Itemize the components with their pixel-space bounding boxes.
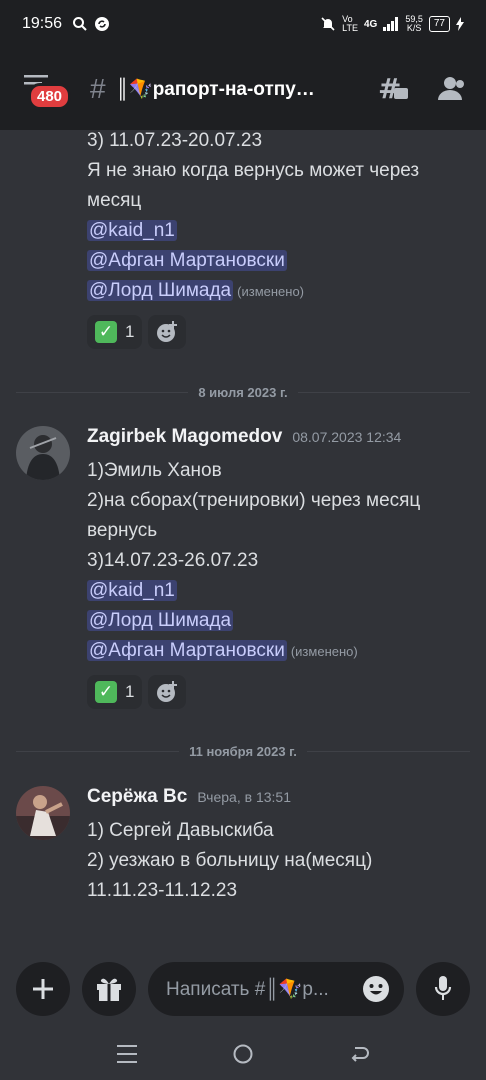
add-attachment-button[interactable] (16, 962, 70, 1016)
speed-unit: K/S (406, 23, 422, 33)
message-line: 1)Эмиль Ханов (87, 460, 222, 481)
gift-button[interactable] (82, 962, 136, 1016)
message-line: вернусь (87, 520, 158, 541)
hash-icon: # (90, 73, 106, 104)
charging-icon (456, 17, 464, 31)
message-line: 2)на сборах(тренировки) через месяц (87, 490, 421, 511)
edited-label: (изменено) (237, 284, 305, 299)
message-timestamp: Вчера, в 13:51 (197, 789, 291, 805)
message-body: Серёжа Вс Вчера, в 13:51 1) Сергей Давыс… (87, 786, 372, 906)
user-mention[interactable]: @Лорд Шимада (87, 610, 234, 631)
channel-header: 480 # ║🪁рапорт-на-отпу… # (0, 48, 486, 130)
message-line: 2) уезжаю в больницу на(месяц) (87, 850, 373, 871)
message-input[interactable]: Написать #║🪁р... (148, 962, 404, 1016)
threads-icon[interactable]: # (378, 74, 410, 104)
date-divider: 11 ноября 2023 г. (16, 741, 471, 761)
author-name[interactable]: Zagirbek Magomedov (87, 426, 282, 448)
message-header: Серёжа Вс Вчера, в 13:51 (87, 786, 372, 816)
user-mention[interactable]: @Лорд Шимада (87, 280, 234, 301)
reactions: ✓ 1 (87, 315, 419, 349)
system-nav-bar (0, 1028, 486, 1080)
volte-indicator: Vo LTE (342, 15, 358, 33)
message-line: Я не знаю когда вернусь может через (87, 160, 420, 181)
check-emoji-icon: ✓ (95, 681, 117, 703)
message-line: 11.11.23-11.12.23 (87, 880, 238, 901)
add-reaction-icon (157, 681, 178, 702)
check-emoji-icon: ✓ (95, 321, 117, 343)
reaction-count: 1 (125, 322, 135, 341)
search-icon (73, 17, 87, 31)
open-sidebar-button[interactable]: 480 (18, 69, 72, 110)
add-reaction-button[interactable] (148, 675, 187, 709)
user-mention[interactable]: @kaid_n1 (87, 220, 177, 241)
speed-indicator: 59,5 K/S (405, 15, 423, 33)
reaction-count: 1 (125, 682, 135, 701)
message-body: Zagirbek Magomedov 08.07.2023 12:34 1)Эм… (87, 426, 420, 709)
gift-icon (97, 978, 121, 1001)
network-gen: 4G (364, 18, 378, 30)
plus-icon (33, 979, 53, 999)
message-line: 3) 11.07.23-20.07.23 (87, 130, 263, 151)
avatar[interactable] (16, 426, 70, 480)
status-time: 19:56 (22, 15, 63, 32)
mic-icon (434, 976, 452, 1000)
nav-back-icon[interactable] (349, 1044, 369, 1064)
status-bar: 19:56 Vo LTE 4G 59,5 K/S 77 (0, 0, 486, 48)
message-line: месяц (87, 190, 142, 211)
status-notification-icons (72, 16, 110, 32)
message-line: 1) Сергей Давыскиба (87, 820, 274, 841)
message-timestamp: 08.07.2023 12:34 (292, 429, 402, 445)
user-mention[interactable]: @Афган Мартановски (87, 640, 287, 661)
mute-icon (321, 17, 335, 31)
message-body: 3) 11.07.23-20.07.23 Я не знаю когда вер… (87, 130, 419, 349)
add-reaction-button[interactable] (148, 315, 187, 349)
reaction-chip[interactable]: ✓ 1 (87, 675, 143, 709)
date-divider-label: 8 июля 2023 г. (198, 384, 288, 400)
message-list[interactable]: 3) 11.07.23-20.07.23 Я не знаю когда вер… (0, 130, 486, 950)
user-mention[interactable]: @kaid_n1 (87, 580, 177, 601)
members-icon[interactable] (438, 76, 468, 102)
header-actions: # (378, 74, 468, 104)
sync-icon (95, 17, 110, 31)
channel-title[interactable]: ║🪁рапорт-на-отпу… (116, 77, 366, 101)
nav-menu-icon[interactable] (117, 1045, 138, 1063)
nav-home-icon[interactable] (232, 1043, 254, 1065)
voice-message-button[interactable] (416, 962, 470, 1016)
date-divider-label: 11 ноября 2023 г. (189, 743, 297, 759)
author-name[interactable]: Серёжа Вс (87, 786, 187, 808)
battery-level: 77 (428, 16, 450, 32)
lte-label: LTE (342, 23, 358, 33)
reaction-chip[interactable]: ✓ 1 (87, 315, 143, 349)
edited-label: (изменено) (290, 644, 358, 659)
status-right: Vo LTE 4G 59,5 K/S 77 (320, 15, 464, 33)
message-line: 3)14.07.23-26.07.23 (87, 550, 259, 571)
message-composer: Написать #║🪁р... (0, 950, 486, 1028)
reactions: ✓ 1 (87, 675, 420, 709)
avatar[interactable] (16, 786, 70, 840)
user-mention[interactable]: @Афган Мартановски (87, 250, 287, 271)
unread-badge: 480 (28, 83, 72, 110)
signal-icon (383, 17, 399, 31)
add-reaction-icon (157, 321, 178, 342)
emoji-icon[interactable] (362, 975, 390, 1003)
date-divider: 8 июля 2023 г. (16, 382, 471, 402)
message-header: Zagirbek Magomedov 08.07.2023 12:34 (87, 426, 420, 456)
message-input-placeholder: Написать #║🪁р... (166, 979, 329, 1000)
